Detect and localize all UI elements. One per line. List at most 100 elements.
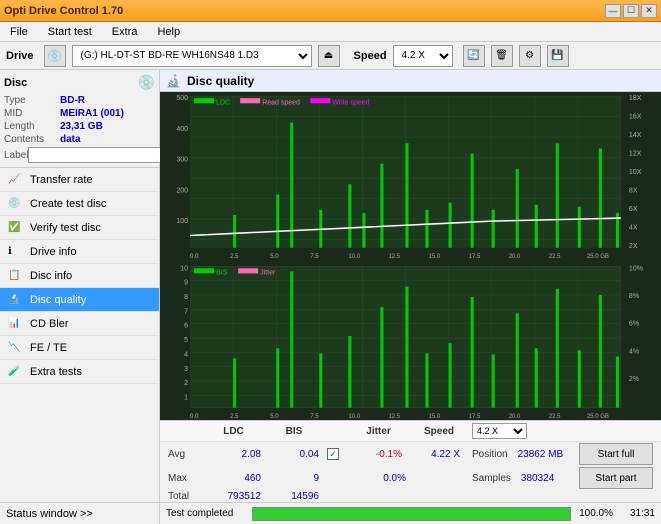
position-val: 23862 MB [518,449,564,460]
svg-text:10.0: 10.0 [348,253,360,260]
charts-svg: 500 400 300 200 100 18X 16X 14X 12X 10X … [160,92,661,420]
menu-start-test[interactable]: Start test [42,24,98,40]
svg-text:5.0: 5.0 [270,253,279,260]
sidebar-item-create-test-disc[interactable]: 💿 Create test disc [0,192,159,216]
sidebar-item-disc-info[interactable]: 📋 Disc info [0,264,159,288]
menu-extra[interactable]: Extra [106,24,144,40]
disc-length-row: Length 23,31 GB [4,121,155,132]
drive-action-btn2[interactable]: 🗑 [491,45,513,67]
sidebar-item-cd-bler[interactable]: 📊 CD Bler [0,312,159,336]
svg-text:20.0: 20.0 [509,413,521,420]
disc-title: Disc [4,77,27,89]
svg-text:10X: 10X [629,168,642,176]
disc-contents-value: data [60,134,155,145]
svg-text:500: 500 [176,94,188,102]
sidebar-item-transfer-rate[interactable]: 📈 Transfer rate [0,168,159,192]
svg-text:10%: 10% [629,264,644,272]
svg-text:25.0 GB: 25.0 GB [587,413,609,420]
verify-test-disc-icon: ✅ [8,222,24,233]
svg-text:20.0: 20.0 [509,253,521,260]
app-title: Opti Drive Control 1.70 [4,5,123,17]
sidebar-item-fe-te[interactable]: 📉 FE / TE [0,336,159,360]
svg-text:2.5: 2.5 [230,253,239,260]
menu-bar: File Start test Extra Help [0,22,661,42]
svg-text:2%: 2% [629,375,640,383]
svg-text:6%: 6% [629,320,640,328]
svg-text:15.0: 15.0 [429,253,441,260]
disc-label-label: Label [4,150,28,161]
drive-action-btn4[interactable]: 💾 [547,45,569,67]
status-window[interactable]: Status window >> [0,502,159,524]
drive-info-icon: ℹ [8,246,24,257]
svg-text:12X: 12X [629,149,642,157]
speed-select-drive[interactable]: 4.2 X [393,45,453,67]
disc-contents-row: Contents data [4,134,155,145]
progress-bar-fill [253,508,570,520]
disc-mid-value: MEIRA1 (001) [60,108,155,119]
col-speed-header: Speed [414,426,464,437]
samples-val: 380324 [521,473,554,484]
drive-action-btn3[interactable]: ⚙ [519,45,541,67]
svg-text:200: 200 [176,186,188,194]
disc-length-value: 23,31 GB [60,121,155,132]
progress-area: Test completed 100.0% 31:31 [160,502,661,524]
svg-text:8%: 8% [629,292,640,300]
svg-text:7.5: 7.5 [310,253,319,260]
svg-text:12.5: 12.5 [388,253,400,260]
disc-header: Disc 💿 [4,74,155,91]
max-ldc: 460 [206,473,261,484]
avg-bis: 0.04 [269,449,319,460]
svg-text:17.5: 17.5 [469,413,481,420]
sidebar-item-extra-tests[interactable]: 🧪 Extra tests [0,360,159,384]
menu-help[interactable]: Help [151,24,186,40]
svg-text:7.5: 7.5 [310,413,319,420]
eject-button[interactable]: ⏏ [318,45,340,67]
create-test-disc-icon: 💿 [8,198,24,209]
title-bar: Opti Drive Control 1.70 — ☐ ✕ [0,0,661,22]
svg-text:25.0 GB: 25.0 GB [587,253,609,260]
avg-ldc: 2.08 [206,449,261,460]
disc-icon: 💿 [138,74,155,91]
svg-text:300: 300 [176,156,188,164]
svg-text:14X: 14X [629,131,642,139]
minimize-button[interactable]: — [605,4,621,18]
dq-title: Disc quality [187,74,254,88]
charts-area: 500 400 300 200 100 18X 16X 14X 12X 10X … [160,92,661,420]
svg-text:8X: 8X [629,186,638,194]
close-button[interactable]: ✕ [641,4,657,18]
svg-text:5.0: 5.0 [270,413,279,420]
svg-text:Jitter: Jitter [260,268,276,276]
sidebar-item-drive-info[interactable]: ℹ Drive info [0,240,159,264]
svg-text:10.0: 10.0 [348,413,360,420]
sidebar-item-disc-quality[interactable]: 🔬 Disc quality [0,288,159,312]
sidebar: Disc 💿 Type BD-R MID MEIRA1 (001) Length… [0,70,160,524]
window-controls[interactable]: — ☐ ✕ [605,4,657,18]
col-ldc-header: LDC [206,426,261,437]
speed-label: Speed [354,50,387,62]
max-jitter: 0.0% [351,473,406,484]
svg-text:Write speed: Write speed [332,98,369,106]
drive-action-btn1[interactable]: 🔄 [463,45,485,67]
jitter-checkbox[interactable]: ✓ [327,448,339,460]
speed-select-stats[interactable]: 4.2 X [472,423,527,439]
sidebar-item-verify-test-disc[interactable]: ✅ Verify test disc [0,216,159,240]
start-part-button[interactable]: Start part [579,467,653,489]
disc-type-label: Type [4,95,60,106]
svg-text:8: 8 [184,293,188,301]
col-bis-header: BIS [269,426,319,437]
position-label: Position [472,449,508,460]
extra-tests-icon: 🧪 [8,366,24,377]
maximize-button[interactable]: ☐ [623,4,639,18]
start-full-button[interactable]: Start full [579,443,653,465]
menu-file[interactable]: File [4,24,34,40]
disc-contents-label: Contents [4,134,60,145]
disc-label-input[interactable] [28,147,166,163]
cd-bler-icon: 📊 [8,318,24,329]
svg-text:12.5: 12.5 [388,413,400,420]
svg-text:LDC: LDC [216,98,230,106]
dq-icon: 🔬 [166,74,181,88]
drive-select[interactable]: (G:) HL-DT-ST BD-RE WH16NS48 1.D3 [72,45,312,67]
dq-header: 🔬 Disc quality [160,70,661,92]
max-label: Max [168,473,198,484]
progress-time: 31:31 [619,508,655,519]
